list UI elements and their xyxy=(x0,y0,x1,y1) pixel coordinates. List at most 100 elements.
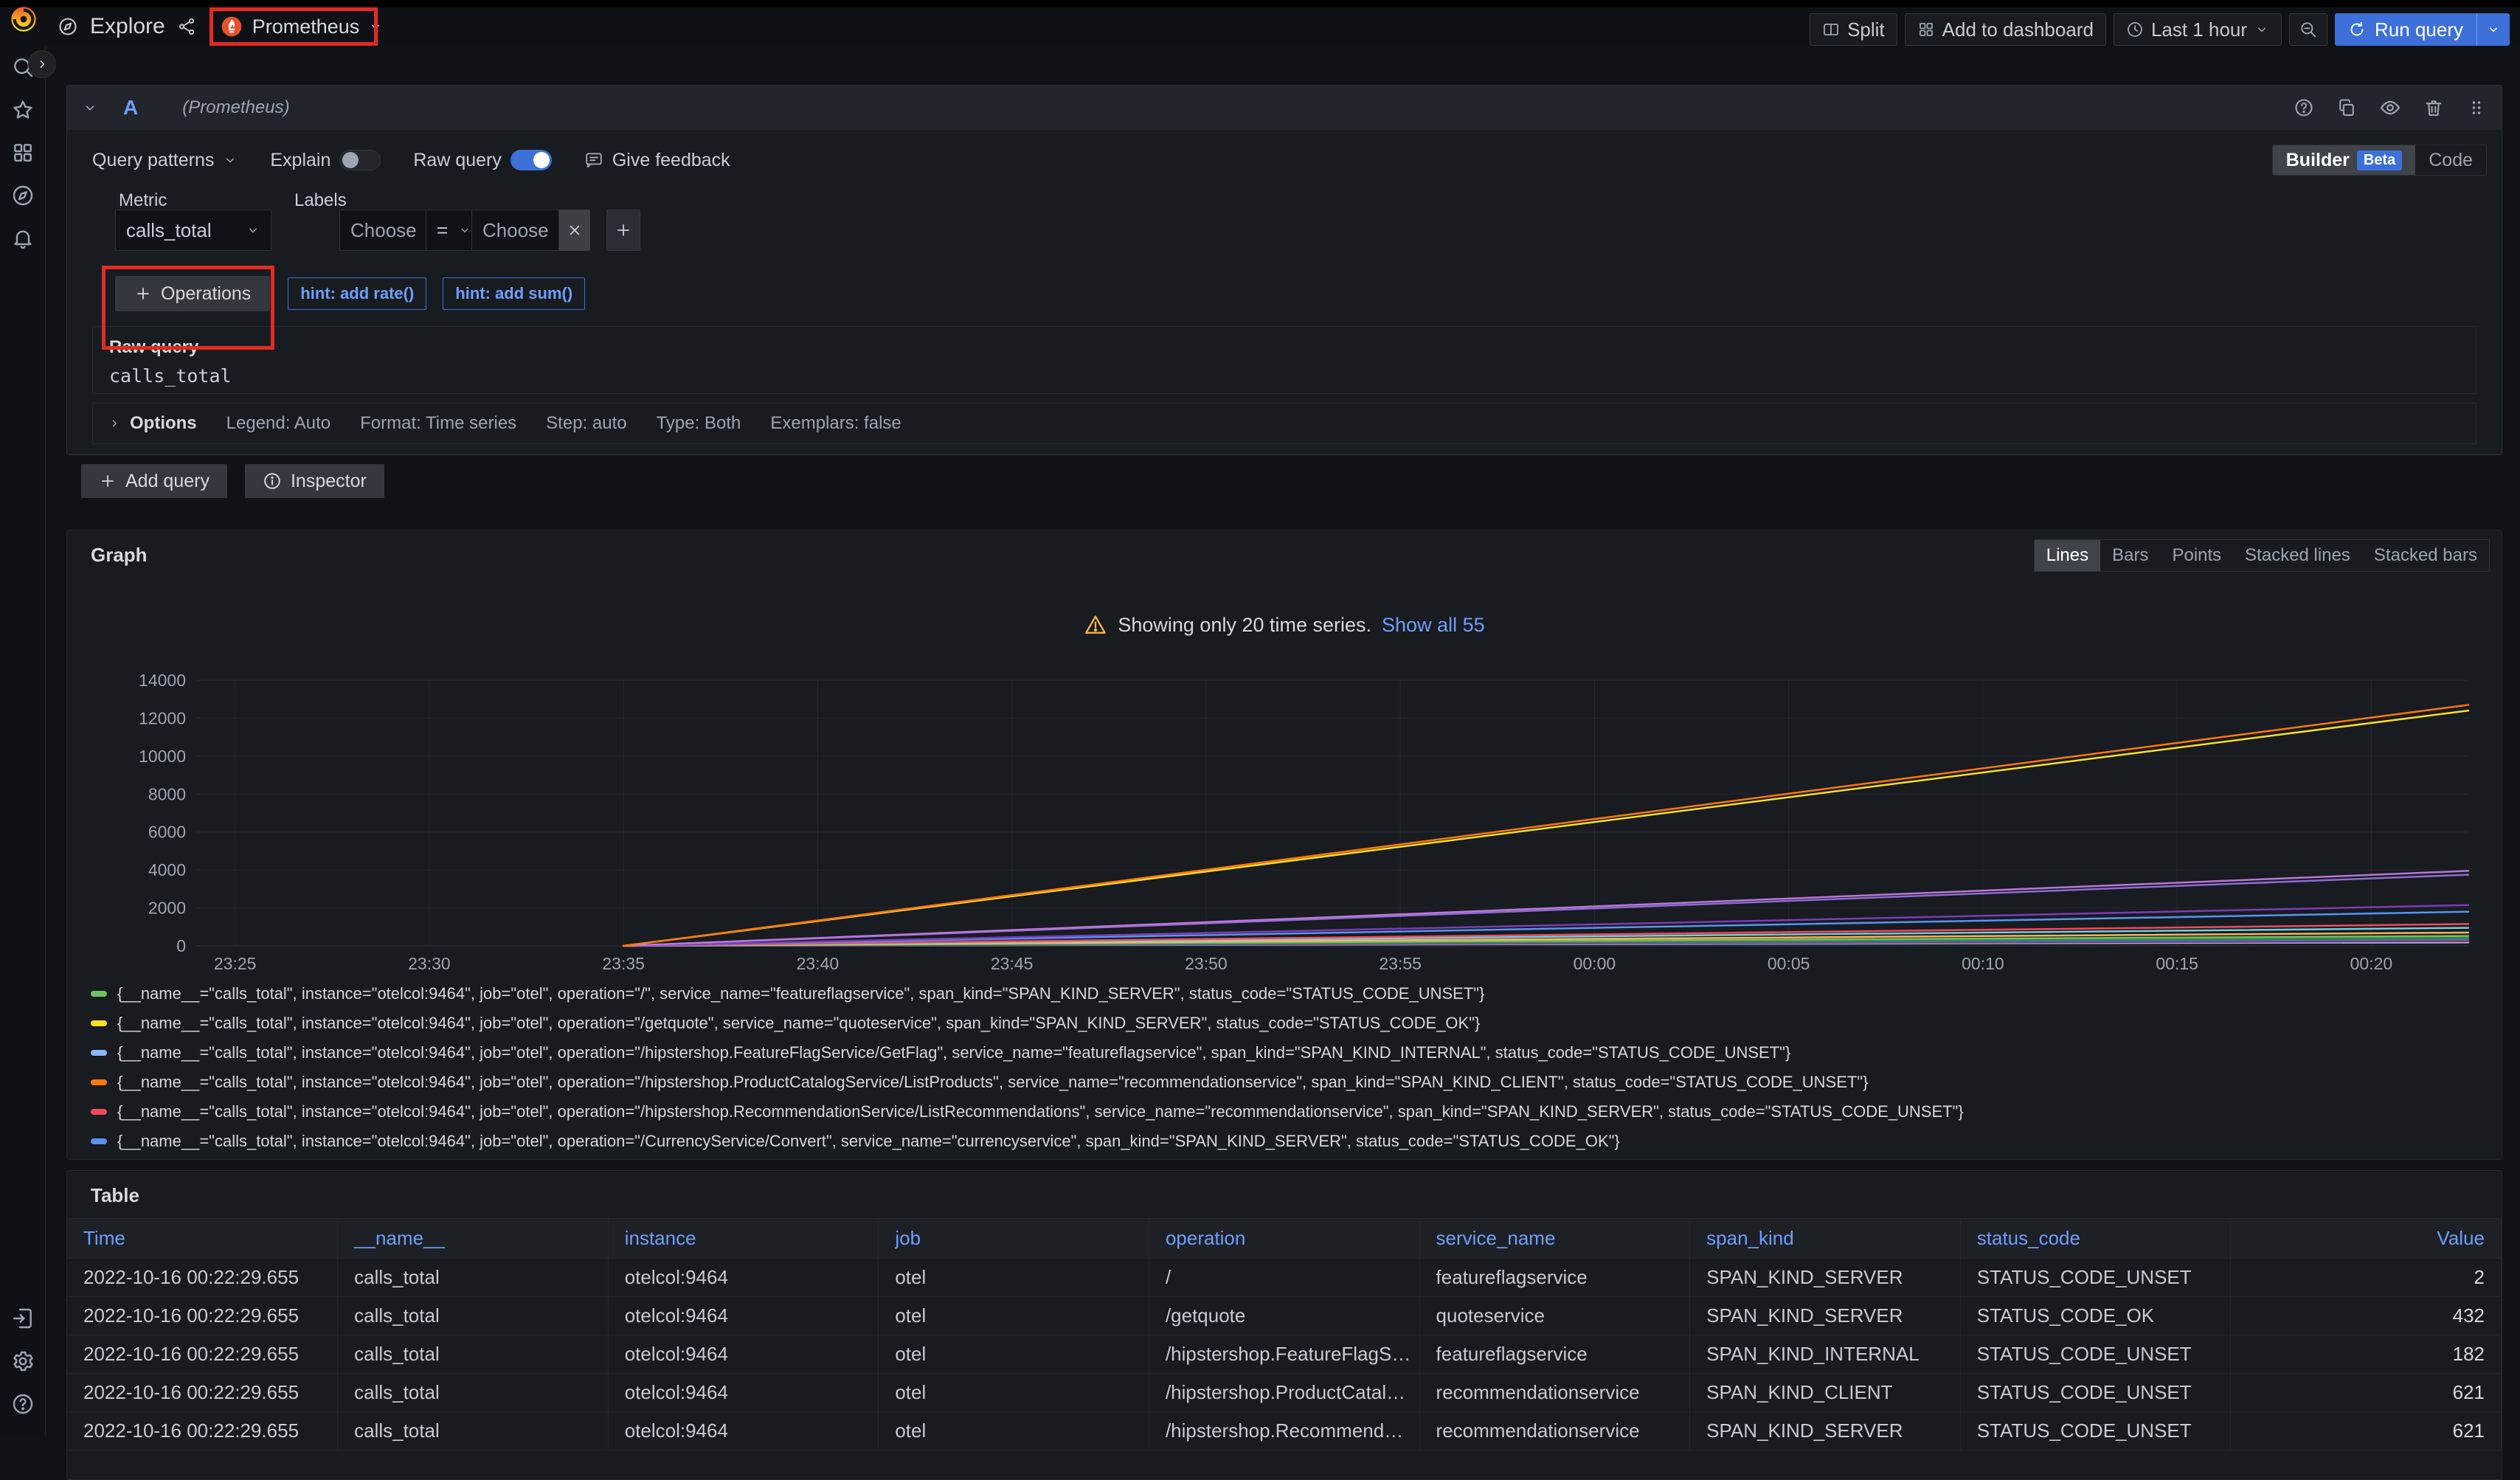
help-circle-icon[interactable] xyxy=(2294,97,2314,118)
hint-button-1[interactable]: hint: add rate() xyxy=(288,277,426,310)
table-column-header-value[interactable]: Value xyxy=(2231,1219,2502,1259)
sidebar-item-compass[interactable] xyxy=(0,174,46,217)
sidebar-item-help[interactable] xyxy=(0,1383,46,1425)
table-cell: calls_total xyxy=(338,1412,609,1450)
graph-mode-stacked-bars[interactable]: Stacked bars xyxy=(2362,540,2489,571)
sidebar-item-star[interactable] xyxy=(0,89,46,131)
table-row: 2022-10-16 00:22:29.655calls_totalotelco… xyxy=(67,1297,2502,1335)
table-row: 2022-10-16 00:22:29.655calls_totalotelco… xyxy=(67,1412,2502,1450)
svg-text:14000: 14000 xyxy=(139,671,186,690)
time-range-picker[interactable]: Last 1 hour xyxy=(2114,13,2282,46)
sidebar-item-gear[interactable] xyxy=(0,1340,46,1383)
table-column-header-span-kind[interactable]: span_kind xyxy=(1690,1219,1961,1259)
copy-icon[interactable] xyxy=(2336,97,2357,118)
table-cell: recommendationservice xyxy=(1419,1374,1690,1412)
metric-select[interactable]: calls_total xyxy=(115,210,271,251)
share-icon[interactable] xyxy=(177,17,196,36)
query-ref-id: A xyxy=(123,96,138,120)
chevron-down-icon[interactable] xyxy=(82,100,98,116)
add-to-dashboard-button[interactable]: Add to dashboard xyxy=(1905,13,2106,46)
table-cell: /hipstershop.RecommendationService/ListR… xyxy=(1149,1412,1419,1450)
raw-query-toggle[interactable] xyxy=(510,150,552,170)
explain-toggle[interactable] xyxy=(339,150,381,170)
time-series-chart[interactable]: 0200040006000800010000120001400023:2523:… xyxy=(67,640,2502,979)
svg-text:8000: 8000 xyxy=(148,784,186,803)
zoom-out-button[interactable] xyxy=(2289,13,2327,46)
run-query-label: Run query xyxy=(2375,18,2463,41)
builder-mode-button[interactable]: Builder Beta xyxy=(2273,145,2415,175)
legend-item-3[interactable]: {__name__="calls_total", instance="otelc… xyxy=(91,1038,2490,1068)
table-column-header-job[interactable]: job xyxy=(879,1219,1149,1259)
eye-icon[interactable] xyxy=(2379,97,2401,119)
give-feedback-label: Give feedback xyxy=(612,150,730,171)
svg-text:4000: 4000 xyxy=(148,860,186,879)
label-operator-select[interactable]: = xyxy=(426,210,472,251)
sidebar-item-apps[interactable] xyxy=(0,131,46,174)
table-cell: featureflagservice xyxy=(1419,1335,1690,1374)
datasource-name: Prometheus xyxy=(252,15,360,38)
add-label-filter-button[interactable] xyxy=(606,210,640,251)
table-column-header--name-[interactable]: __name__ xyxy=(338,1219,609,1259)
svg-text:23:40: 23:40 xyxy=(797,954,840,973)
chevron-down-icon[interactable] xyxy=(2477,22,2510,37)
table-cell: 2022-10-16 00:22:29.655 xyxy=(67,1374,338,1412)
legend-item-4[interactable]: {__name__="calls_total", instance="otelc… xyxy=(91,1068,2490,1097)
builder-label: Builder xyxy=(2286,150,2350,171)
table-column-header-service-name[interactable]: service_name xyxy=(1419,1219,1690,1259)
sidebar-expand-button[interactable] xyxy=(28,50,56,78)
table-column-header-status-code[interactable]: status_code xyxy=(1960,1219,2231,1259)
warning-icon xyxy=(1084,613,1107,637)
show-all-series-link[interactable]: Show all 55 xyxy=(1382,614,1485,637)
graph-mode-stacked-lines[interactable]: Stacked lines xyxy=(2233,540,2362,571)
svg-text:23:45: 23:45 xyxy=(991,954,1034,973)
svg-text:10000: 10000 xyxy=(139,747,186,766)
sidebar-item-bell[interactable] xyxy=(0,217,46,260)
compass-icon xyxy=(58,16,78,37)
table-column-header-time[interactable]: Time xyxy=(67,1219,338,1259)
table-panel-title: Table xyxy=(91,1184,139,1207)
operations-button[interactable]: Operations xyxy=(115,276,270,311)
legend-item-6[interactable]: {__name__="calls_total", instance="otelc… xyxy=(91,1127,2490,1156)
plus-icon xyxy=(99,472,117,490)
inspector-label: Inspector xyxy=(291,471,367,492)
datasource-picker[interactable]: Prometheus xyxy=(208,10,395,44)
legend-item-7[interactable]: {__name__="calls_total", instance="otelc… xyxy=(91,1156,2490,1160)
drag-handle-icon[interactable] xyxy=(2466,97,2487,118)
hint-button-2[interactable]: hint: add sum() xyxy=(443,277,585,310)
label-name-select[interactable]: Choose xyxy=(339,210,426,251)
inspector-button[interactable]: Inspector xyxy=(245,464,384,498)
split-button[interactable]: Split xyxy=(1810,13,1897,46)
grafana-logo[interactable] xyxy=(9,4,38,34)
table-column-header-instance[interactable]: instance xyxy=(608,1219,879,1259)
graph-mode-points[interactable]: Points xyxy=(2160,540,2233,571)
table-cell: 432 xyxy=(2231,1297,2502,1335)
remove-label-filter-button[interactable] xyxy=(559,210,590,251)
graph-panel: Graph LinesBarsPointsStacked linesStacke… xyxy=(66,530,2502,1160)
legend-item-1[interactable]: {__name__="calls_total", instance="otelc… xyxy=(91,979,2490,1009)
table-column-header-operation[interactable]: operation xyxy=(1149,1219,1419,1259)
graph-mode-lines[interactable]: Lines xyxy=(2035,540,2100,571)
options-collapse-button[interactable]: Options xyxy=(108,413,197,434)
give-feedback-button[interactable]: Give feedback xyxy=(584,150,730,171)
raw-query-preview: Raw query calls_total xyxy=(92,326,2476,394)
table-cell: calls_total xyxy=(338,1259,609,1297)
trash-icon[interactable] xyxy=(2423,97,2444,118)
label-value-select[interactable]: Choose xyxy=(472,210,559,251)
query-row-header[interactable]: A (Prometheus) xyxy=(67,86,2502,130)
query-patterns-dropdown[interactable]: Query patterns xyxy=(92,150,238,171)
sidebar-item-signin[interactable] xyxy=(0,1297,46,1340)
zoom-out-icon xyxy=(2299,20,2318,39)
graph-mode-bars[interactable]: Bars xyxy=(2100,540,2160,571)
options-row: Options Legend: AutoFormat: Time seriesS… xyxy=(92,403,2476,444)
code-label: Code xyxy=(2429,150,2473,171)
legend-item-5[interactable]: {__name__="calls_total", instance="otelc… xyxy=(91,1097,2490,1127)
table-cell: recommendationservice xyxy=(1419,1412,1690,1450)
legend-item-2[interactable]: {__name__="calls_total", instance="otelc… xyxy=(91,1009,2490,1038)
run-query-button[interactable]: Run query xyxy=(2335,13,2510,46)
graph-legend: {__name__="calls_total", instance="otelc… xyxy=(91,979,2490,1160)
graph-mode-switcher: LinesBarsPointsStacked linesStacked bars xyxy=(2034,539,2490,572)
add-query-button[interactable]: Add query xyxy=(81,464,227,498)
svg-text:23:50: 23:50 xyxy=(1185,954,1228,973)
apps-icon xyxy=(11,141,35,165)
code-mode-button[interactable]: Code xyxy=(2415,145,2486,175)
